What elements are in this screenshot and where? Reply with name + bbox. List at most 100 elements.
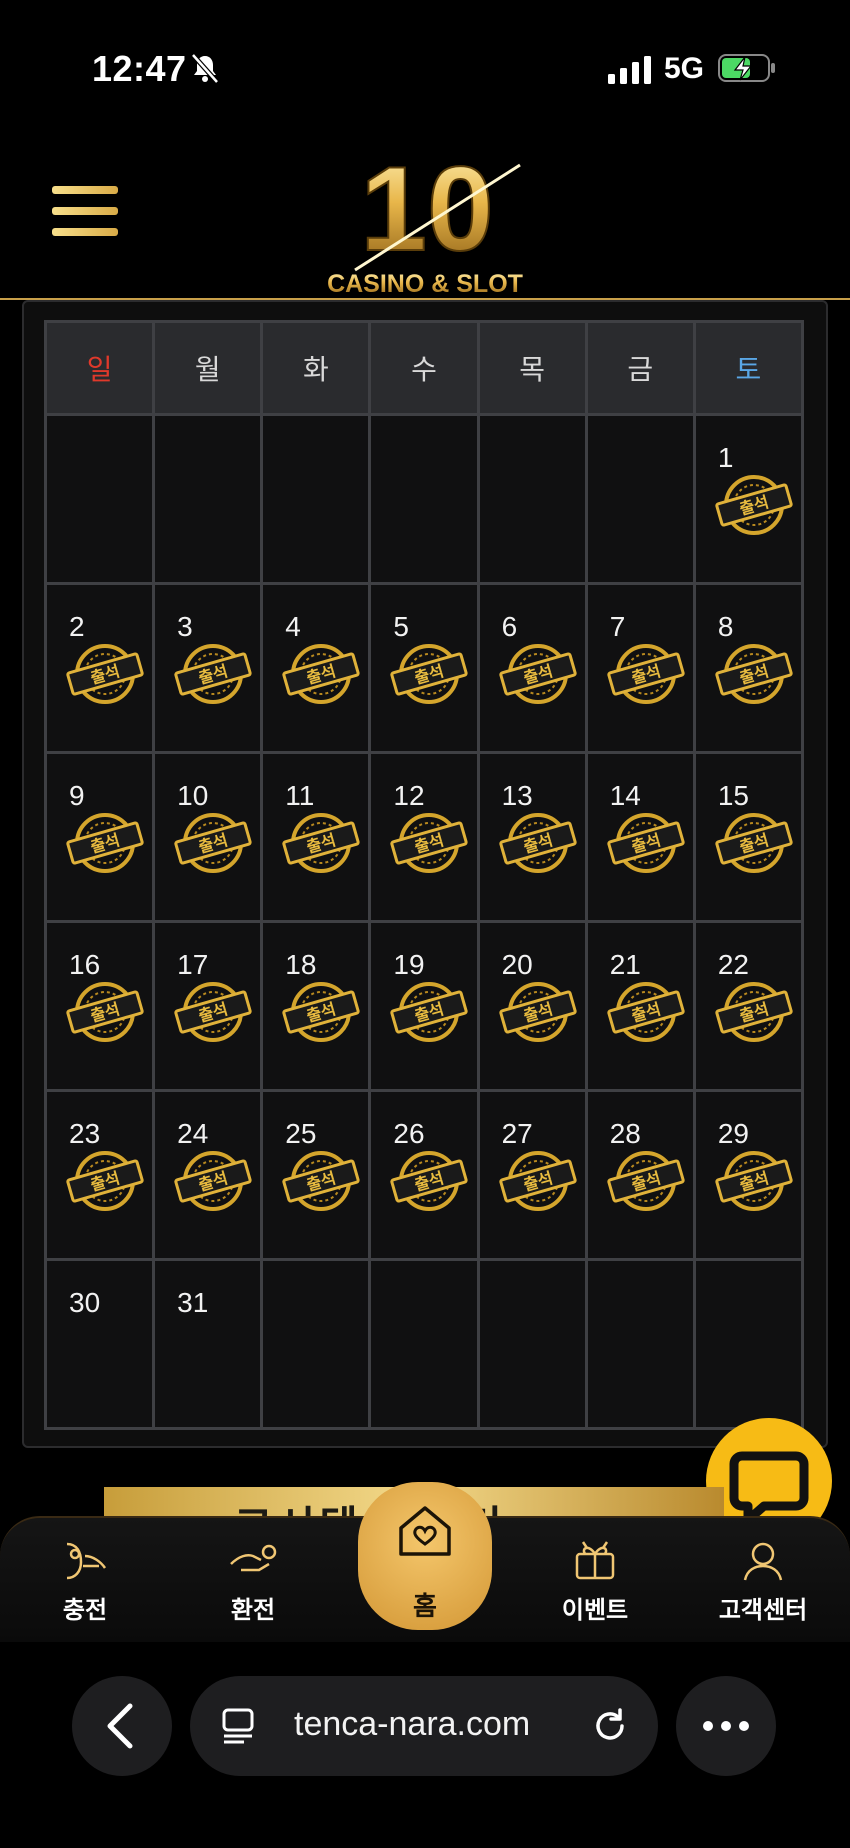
calendar-day-cell[interactable]: 31 [152,1258,264,1430]
attendance-stamp-icon: 출석 [715,1151,793,1211]
calendar-day-cell[interactable]: 4 출석 [260,582,372,754]
attendance-stamp-icon: 출석 [715,644,793,704]
calendar-day-cell[interactable]: 18 출석 [260,920,372,1092]
calendar-day-cell[interactable]: 3 출석 [152,582,264,754]
browser-more-button[interactable] [676,1676,776,1776]
calendar-day-cell[interactable]: 14 출석 [584,751,696,923]
attendance-stamp-icon: 출석 [174,644,252,704]
calendar-empty-cell [152,413,264,585]
attendance-stamp-icon: 출석 [66,813,144,873]
site-header: 10 CASINO & SLOT [0,130,850,300]
attendance-stamp-icon: 출석 [607,1151,685,1211]
attendance-stamp-icon: 출석 [66,1151,144,1211]
url-text: tenca-nara.com [294,1705,531,1743]
signal-icon [608,56,651,84]
calendar-day-cell[interactable]: 7 출석 [584,582,696,754]
menu-bar-icon [52,186,118,194]
calendar-day-cell[interactable]: 15 출석 [692,751,805,923]
attendance-stamp-icon: 출석 [715,475,793,535]
calendar-day-cell[interactable]: 11 출석 [260,751,372,923]
attendance-stamp-icon: 출석 [607,644,685,704]
nav-charge-label: 충전 [62,1597,108,1624]
bell-muted-icon [191,53,219,84]
attendance-stamp-icon: 출석 [282,813,360,873]
calendar-empty-cell [692,1258,805,1430]
calendar-day-cell[interactable]: 8 출석 [692,582,805,754]
calendar-day-cell[interactable]: 1 출석 [692,413,805,585]
attendance-stamp-icon: 출석 [174,982,252,1042]
calendar-day-number: 31 [177,1287,209,1318]
calendar-day-cell[interactable]: 10 출석 [152,751,264,923]
nav-home-button[interactable]: 홈 [358,1482,492,1630]
calendar-day-cell[interactable]: 28 출석 [584,1089,696,1261]
attendance-stamp-icon: 출석 [174,1151,252,1211]
site-logo[interactable]: 10 CASINO & SLOT [315,140,535,298]
calendar-empty-cell [584,1258,696,1430]
calendar-empty-cell [476,1258,588,1430]
address-bar[interactable]: tenca-nara.com [190,1676,658,1776]
hamburger-menu-button[interactable] [52,186,118,244]
menu-bar-icon [52,228,118,236]
weekday-saturday: 토 [692,320,805,416]
attendance-stamp-icon: 출석 [607,813,685,873]
calendar-day-cell[interactable]: 21 출석 [584,920,696,1092]
reload-icon[interactable] [590,1706,630,1746]
menu-bar-icon [52,207,118,215]
calendar-day-cell[interactable]: 26 출석 [368,1089,480,1261]
attendance-stamp-icon: 출석 [282,644,360,704]
weekday-sunday: 일 [43,320,156,416]
svg-text:CASINO & SLOT: CASINO & SLOT [327,270,523,298]
calendar-day-cell[interactable]: 22 출석 [692,920,805,1092]
calendar-day-cell[interactable]: 6 출석 [476,582,588,754]
calendar-day-cell[interactable]: 13 출석 [476,751,588,923]
calendar-day-cell[interactable]: 23 출석 [43,1089,156,1261]
calendar-day-cell[interactable]: 20 출석 [476,920,588,1092]
calendar-day-cell[interactable]: 9 출석 [43,751,156,923]
nav-charge[interactable]: 충전 [10,1518,160,1644]
weekday-header-row: 일 월 화 수 목 금 토 [43,320,805,416]
nav-event[interactable]: 이벤트 [520,1518,670,1644]
calendar-day-cell[interactable]: 16 출석 [43,920,156,1092]
calendar-week-row: 23 출석 24 출석 25 출석 26 출석 27 출석 28 출석 29 출석 [43,1089,805,1261]
browser-back-button[interactable] [72,1676,172,1776]
weekday-friday: 금 [584,320,696,416]
calendar-day-cell[interactable]: 12 출석 [368,751,480,923]
attendance-stamp-icon: 출석 [498,813,577,873]
reader-icon [222,1708,254,1744]
calendar-day-cell[interactable]: 17 출석 [152,920,264,1092]
calendar-day-cell[interactable]: 30 [43,1258,156,1430]
svg-text:10: 10 [360,142,493,276]
browser-toolbar: tenca-nara.com [0,1642,850,1848]
home-heart-icon [399,1506,451,1556]
calendar-day-cell[interactable]: 24 출석 [152,1089,264,1261]
attendance-stamp-icon: 출석 [390,982,469,1042]
calendar-week-row: 9 출석 10 출석 11 출석 12 출석 13 출석 14 출석 15 출석 [43,751,805,923]
calendar-day-cell[interactable]: 29 출석 [692,1089,805,1261]
calendar-day-cell[interactable]: 19 출석 [368,920,480,1092]
attendance-stamp-icon: 출석 [66,644,144,704]
network-label: 5G [664,52,705,85]
calendar-day-cell[interactable]: 25 출석 [260,1089,372,1261]
attendance-stamp-icon: 출석 [715,813,793,873]
attendance-stamp-icon: 출석 [607,982,685,1042]
calendar-day-cell[interactable]: 27 출석 [476,1089,588,1261]
calendar-empty-cell [260,413,372,585]
calendar-day-cell[interactable]: 2 출석 [43,582,156,754]
nav-support[interactable]: 고객센터 [688,1518,838,1644]
calendar-week-row: 2 출석 3 출석 4 출석 5 출석 6 출석 7 출석 8 출석 [43,582,805,754]
attendance-stamp-icon: 출석 [66,982,144,1042]
weekday-wednesday: 수 [368,320,480,416]
nav-event-label: 이벤트 [561,1597,629,1624]
calendar-empty-cell [584,413,696,585]
weekday-monday: 월 [152,320,264,416]
attendance-stamp-icon: 출석 [715,982,793,1042]
calendar-empty-cell [260,1258,372,1430]
nav-exchange[interactable]: 환전 [178,1518,328,1644]
weekday-thursday: 목 [476,320,588,416]
nav-exchange-label: 환전 [230,1597,276,1624]
status-time: 12:47 [92,48,187,89]
gift-icon [575,1541,615,1580]
attendance-calendar: 일 월 화 수 목 금 토 1 출석 2 출석 3 출석 4 출석 5 출석 6 출석 7 출석 8 출석 9 출… [43,320,805,1430]
calendar-empty-cell [368,413,480,585]
calendar-day-cell[interactable]: 5 출석 [368,582,480,754]
